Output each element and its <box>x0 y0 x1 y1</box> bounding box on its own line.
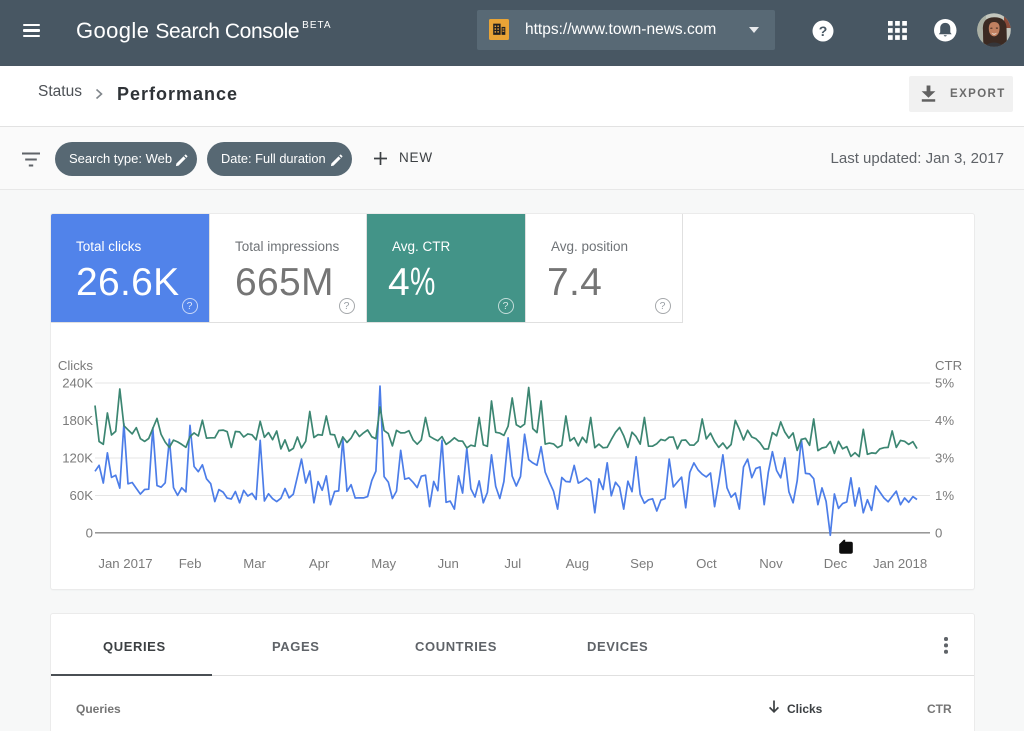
svg-text:180K: 180K <box>62 413 93 428</box>
svg-text:1%: 1% <box>935 488 954 503</box>
svg-text:0: 0 <box>935 526 942 541</box>
svg-text:Jul: Jul <box>504 556 521 571</box>
svg-text:120K: 120K <box>62 451 93 466</box>
svg-text:Clicks: Clicks <box>58 358 94 373</box>
svg-text:Sep: Sep <box>630 556 653 571</box>
svg-text:Apr: Apr <box>309 556 330 571</box>
svg-text:60K: 60K <box>70 488 94 503</box>
svg-text:240K: 240K <box>62 376 93 391</box>
svg-text:0: 0 <box>86 526 93 541</box>
svg-text:May: May <box>371 556 396 571</box>
svg-text:4%: 4% <box>935 413 954 428</box>
svg-text:Jan 2017: Jan 2017 <box>98 556 152 571</box>
svg-text:5%: 5% <box>935 376 954 391</box>
svg-text:Mar: Mar <box>243 556 266 571</box>
svg-text:CTR: CTR <box>935 358 962 373</box>
svg-text:Jan 2018: Jan 2018 <box>873 556 927 571</box>
svg-text:Dec: Dec <box>824 556 848 571</box>
svg-text:Jun: Jun <box>438 556 459 571</box>
svg-text:Feb: Feb <box>179 556 202 571</box>
svg-text:Oct: Oct <box>696 556 717 571</box>
svg-text:Aug: Aug <box>566 556 589 571</box>
svg-text:Nov: Nov <box>759 556 783 571</box>
svg-text:3%: 3% <box>935 451 954 466</box>
svg-text:?: ? <box>819 23 828 39</box>
